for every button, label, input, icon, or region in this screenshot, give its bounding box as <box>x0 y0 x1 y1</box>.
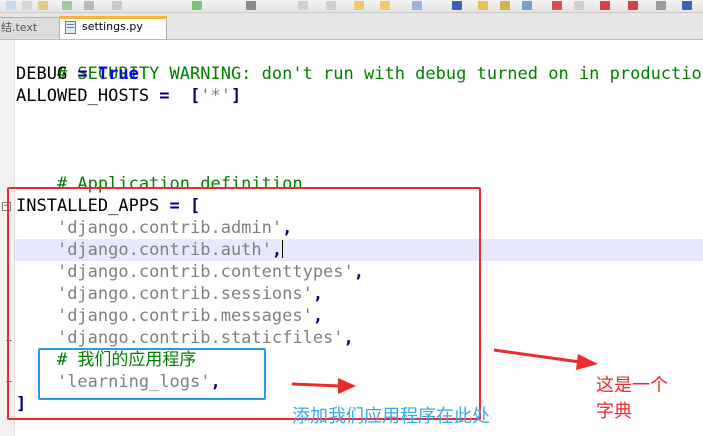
arrow-to-list-icon <box>493 348 598 370</box>
arrow-to-my-app-icon <box>291 378 356 394</box>
add-app-note: 添加我们应用程序在此处 <box>292 406 490 427</box>
annotation-arrows <box>291 348 598 394</box>
dictionary-note: 这是一个 字典 <box>596 375 668 422</box>
